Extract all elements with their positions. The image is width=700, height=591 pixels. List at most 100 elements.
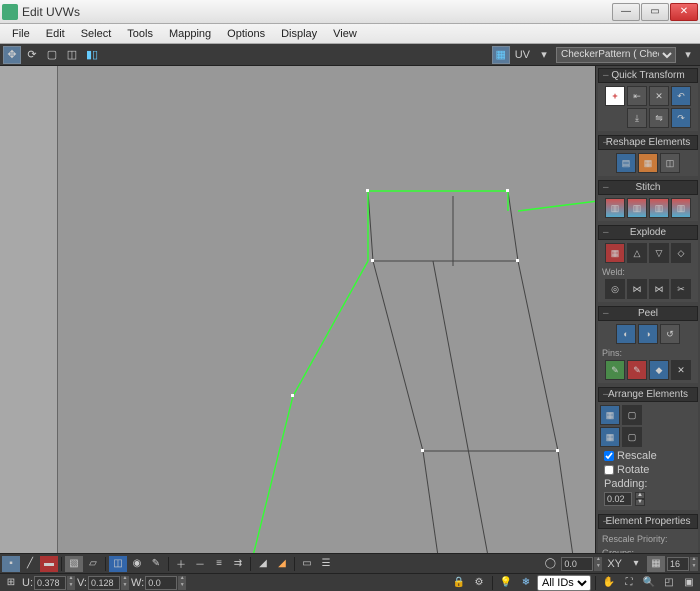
explode-4-icon[interactable]: ◇ <box>671 243 691 263</box>
menu-select[interactable]: Select <box>73 26 120 42</box>
explode-3-icon[interactable]: ▽ <box>649 243 669 263</box>
flip-h-icon[interactable]: ⇋ <box>649 108 669 128</box>
v-input[interactable] <box>88 576 120 590</box>
menu-file[interactable]: File <box>4 26 38 42</box>
rotate-tool-icon[interactable]: ⟳ <box>23 46 41 64</box>
zoom-icon[interactable]: 🔍 <box>640 575 658 591</box>
grid-icon[interactable]: ▦ <box>647 556 665 572</box>
misc1-icon[interactable]: ▭ <box>298 556 316 572</box>
rotate-ccw-icon[interactable]: ↶ <box>671 86 691 106</box>
zoom-ext-icon[interactable]: ⛶ <box>620 575 638 591</box>
menu-display[interactable]: Display <box>273 26 325 42</box>
peel-2-icon[interactable]: ◑ <box>638 324 658 344</box>
axis-dropdown-icon[interactable]: ▾ <box>627 556 645 572</box>
rescale-checkbox[interactable] <box>604 451 614 461</box>
pan-icon[interactable]: ✋ <box>600 575 618 591</box>
rollout-header[interactable]: Quick Transform <box>598 68 698 83</box>
pack-opt1-icon[interactable]: ▢ <box>622 405 642 425</box>
explode-2-icon[interactable]: △ <box>627 243 647 263</box>
weld-all-icon[interactable]: ⋈ <box>649 279 669 299</box>
loop-icon[interactable]: ⇉ <box>229 556 247 572</box>
soft-sel-icon[interactable]: ◉ <box>128 556 146 572</box>
vertex-mode-icon[interactable]: ▪ <box>2 556 20 572</box>
rollout-header[interactable]: Stitch <box>598 180 698 195</box>
angle-input[interactable] <box>561 557 593 571</box>
break-icon[interactable]: ✂ <box>671 279 691 299</box>
scale-tool-icon[interactable]: ▢ <box>43 46 61 64</box>
pin-add-icon[interactable]: ✎ <box>605 360 625 380</box>
element-mode-icon[interactable]: ▧ <box>65 556 83 572</box>
pin-remove-icon[interactable]: ✎ <box>627 360 647 380</box>
right-panel[interactable]: Quick Transform + ⇤ ✕ ↶ ⤓ ⇋ ↷ Reshape El… <box>595 66 700 553</box>
light-icon[interactable]: 💡 <box>497 575 515 591</box>
menu-view[interactable]: View <box>325 26 365 42</box>
stitch-4-icon[interactable]: ▥ <box>671 198 691 218</box>
pack-2-icon[interactable]: ▦ <box>600 427 620 447</box>
menu-tools[interactable]: Tools <box>119 26 161 42</box>
menu-edit[interactable]: Edit <box>38 26 73 42</box>
align-cross-icon[interactable]: ✕ <box>649 86 669 106</box>
brush2-icon[interactable]: ◢ <box>273 556 291 572</box>
relax-icon[interactable]: ▦ <box>638 153 658 173</box>
maximize-button[interactable]: ▭ <box>641 3 669 21</box>
peel-1-icon[interactable]: ◐ <box>616 324 636 344</box>
spin-down-icon[interactable]: ▼ <box>635 499 645 506</box>
explode-1-icon[interactable]: ▦ <box>605 243 625 263</box>
grow-icon[interactable]: ＋ <box>172 556 190 572</box>
align-bottom-icon[interactable]: ⤓ <box>627 108 647 128</box>
material-id-select[interactable]: All IDs <box>537 575 591 591</box>
grid-spacing-input[interactable] <box>667 557 689 571</box>
reshape-icon[interactable]: ◫ <box>660 153 680 173</box>
abs-rel-icon[interactable]: ⊞ <box>2 575 20 591</box>
pack-1-icon[interactable]: ▦ <box>600 405 620 425</box>
misc2-icon[interactable]: ☰ <box>317 556 335 572</box>
padding-input[interactable] <box>604 492 632 506</box>
rotate-cw-icon[interactable]: ↷ <box>671 108 691 128</box>
pin-sel-icon[interactable]: ◆ <box>649 360 669 380</box>
close-button[interactable]: ✕ <box>670 3 698 21</box>
weld-target-icon[interactable]: ◎ <box>605 279 625 299</box>
edge-mode-icon[interactable]: ╱ <box>21 556 39 572</box>
align-left-icon[interactable]: ⇤ <box>627 86 647 106</box>
stitch-3-icon[interactable]: ▥ <box>649 198 669 218</box>
paint-sel-icon[interactable]: ✎ <box>147 556 165 572</box>
pack-opt2-icon[interactable]: ▢ <box>622 427 642 447</box>
rollout-header[interactable]: Reshape Elements <box>598 135 698 150</box>
snow-icon[interactable]: ❄ <box>517 575 535 591</box>
stitch-2-icon[interactable]: ▥ <box>627 198 647 218</box>
options-icon[interactable]: ⚙ <box>470 575 488 591</box>
peel-reset-icon[interactable]: ↺ <box>660 324 680 344</box>
poly-mode-icon[interactable]: ▱ <box>84 556 102 572</box>
shrink-icon[interactable]: － <box>191 556 209 572</box>
rollout-header[interactable]: Peel <box>598 306 698 321</box>
ring-icon[interactable]: ≡ <box>210 556 228 572</box>
face-mode-icon[interactable]: ▬ <box>40 556 58 572</box>
rotate-checkbox[interactable] <box>604 465 614 475</box>
zoom-all-icon[interactable]: ▣ <box>680 575 698 591</box>
u-input[interactable] <box>34 576 66 590</box>
angle-icon[interactable]: ◯ <box>541 556 559 572</box>
uv-viewport[interactable] <box>58 66 595 553</box>
mirror-tool-icon[interactable]: ▮▯ <box>83 46 101 64</box>
uv-dropdown-icon[interactable]: ▾ <box>535 46 553 64</box>
select-by-icon[interactable]: ◫ <box>109 556 127 572</box>
move-tool-icon[interactable]: ✥ <box>3 46 21 64</box>
pin-clear-icon[interactable]: ✕ <box>671 360 691 380</box>
menu-options[interactable]: Options <box>219 26 273 42</box>
rollout-header[interactable]: Element Properties <box>598 514 698 529</box>
menu-mapping[interactable]: Mapping <box>161 26 219 42</box>
brush1-icon[interactable]: ◢ <box>254 556 272 572</box>
rollout-header[interactable]: Explode <box>598 225 698 240</box>
minimize-button[interactable]: — <box>612 3 640 21</box>
checker-toggle-icon[interactable]: ▦ <box>492 46 510 64</box>
texture-options-icon[interactable]: ▾ <box>679 46 697 64</box>
spin-up-icon[interactable]: ▲ <box>635 492 645 499</box>
w-input[interactable] <box>145 576 177 590</box>
straighten-icon[interactable]: ▤ <box>616 153 636 173</box>
add-icon[interactable]: + <box>605 86 625 106</box>
zoom-region-icon[interactable]: ◰ <box>660 575 678 591</box>
weld-sel-icon[interactable]: ⋈ <box>627 279 647 299</box>
lock-icon[interactable]: 🔒 <box>450 575 468 591</box>
freeform-tool-icon[interactable]: ◫ <box>63 46 81 64</box>
texture-select[interactable]: CheckerPattern ( Checker ) <box>556 47 676 63</box>
